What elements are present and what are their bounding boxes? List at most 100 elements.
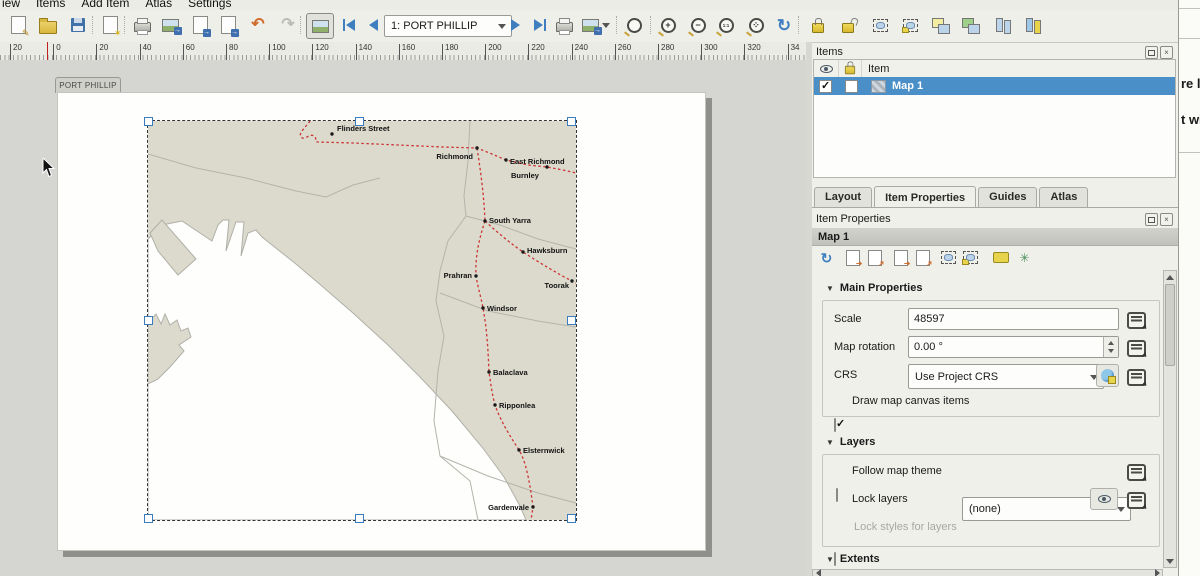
item-properties-float-button[interactable] [1145, 213, 1158, 226]
selection-handle-top-center[interactable] [355, 117, 364, 126]
atlas-first-feature-button[interactable] [337, 13, 361, 37]
crs-combo[interactable]: Use Project CRS [908, 364, 1104, 389]
layers-section-header[interactable]: ▼Layers [826, 436, 875, 448]
zoom-to-region-button[interactable] [622, 13, 646, 37]
lower-items-button[interactable] [958, 13, 982, 37]
update-map-preview-button[interactable]: ↻ [816, 247, 837, 268]
rotation-override-button[interactable] [1127, 340, 1146, 357]
redo-button[interactable]: ↷ [276, 13, 300, 37]
scroll-down-button[interactable] [1164, 555, 1176, 567]
map-item[interactable]: Flinders StreetRichmondEast RichmondBurn… [148, 121, 576, 520]
triangle-left-icon [816, 569, 821, 576]
atlas-last-feature-button[interactable] [528, 13, 552, 37]
follow-theme-override-button[interactable] [1127, 464, 1146, 481]
save-project-button[interactable]: ✎ [6, 13, 30, 37]
select-items-button[interactable] [868, 13, 892, 37]
tab-layout[interactable]: Layout [814, 187, 872, 207]
items-row-map1[interactable]: Map 1 [814, 77, 1175, 95]
main-properties-section-header[interactable]: ▼Main Properties [826, 282, 922, 294]
scroll-up-button[interactable] [1164, 271, 1176, 283]
distribute-icon [1026, 18, 1043, 33]
move-content-button[interactable] [960, 247, 981, 268]
station-dot [483, 219, 486, 222]
properties-horizontal-scrollbar[interactable] [812, 569, 1163, 576]
selection-handle-bottom-center[interactable] [355, 514, 364, 523]
items-panel-float-button[interactable] [1145, 46, 1158, 59]
lock-layers-eye-button[interactable] [1090, 488, 1118, 510]
save-button[interactable] [66, 13, 90, 37]
menu-item-settings[interactable]: Settings [188, 0, 231, 6]
export-pdf-button[interactable]: A→ [216, 13, 240, 37]
export-image-button[interactable]: → [158, 13, 182, 37]
rotation-spinbox[interactable]: 0.00 ° [908, 336, 1119, 358]
menu-item-add-item[interactable]: Add Item [81, 0, 129, 6]
selection-handle-bottom-left[interactable] [144, 514, 153, 523]
crs-override-button[interactable] [1127, 369, 1146, 386]
set-scale-to-canvas-button[interactable] [890, 247, 911, 268]
lock-layers-override-button[interactable] [1127, 492, 1146, 509]
print-atlas-button[interactable] [552, 13, 576, 37]
menu-item-iew[interactable]: iew [2, 0, 20, 6]
zoom-out-button[interactable]: − [686, 13, 710, 37]
tab-atlas[interactable]: Atlas [1039, 187, 1088, 207]
selection-handle-top-left[interactable] [144, 117, 153, 126]
export-svg-button[interactable]: ✻→ [188, 13, 212, 37]
print-button[interactable] [130, 13, 154, 37]
zoom-full-button[interactable]: ⁘ [744, 13, 768, 37]
atlas-previous-feature-button[interactable] [361, 13, 385, 37]
distribute-items-button[interactable] [1022, 13, 1046, 37]
set-extent-to-canvas-button[interactable] [842, 247, 863, 268]
extents-section-header[interactable]: ▼Extents [826, 553, 880, 565]
horizontal-ruler[interactable]: 2002040608010012014016018020022024026028… [0, 42, 810, 61]
export-atlas-dropdown[interactable] [600, 13, 612, 37]
items-panel-close-button[interactable]: × [1160, 46, 1173, 59]
selection-handle-middle-right[interactable] [567, 316, 576, 325]
scale-input[interactable]: 48597 [908, 308, 1119, 330]
scroll-left-button[interactable] [813, 570, 823, 576]
visibility-checkbox[interactable] [819, 80, 832, 93]
menu-item-items[interactable]: Items [36, 0, 65, 6]
menu-item-atlas[interactable]: Atlas [145, 0, 172, 6]
scrollbar-thumb[interactable] [1165, 284, 1175, 366]
layout-canvas[interactable]: PORT PHILLIP [0, 60, 806, 576]
refresh-view-button[interactable]: ↻ [772, 13, 796, 37]
atlas-preview-toggle[interactable] [306, 13, 334, 39]
selected-item-header: Map 1 [812, 228, 1178, 246]
atlas-feature-combo[interactable]: 1: PORT PHILLIP [384, 15, 512, 37]
deselect-all-button[interactable] [898, 13, 922, 37]
lock-items-button[interactable] [806, 13, 830, 37]
properties-vertical-scrollbar[interactable] [1163, 270, 1177, 568]
image-export-icon: → [162, 19, 179, 32]
tab-item-properties[interactable]: Item Properties [874, 186, 976, 208]
align-items-button[interactable] [992, 13, 1016, 37]
item-properties-titlebar: Item Properties × [812, 210, 1178, 227]
raise-items-button[interactable] [928, 13, 952, 37]
unlock-all-button[interactable] [836, 13, 860, 37]
zoom-region-icon [627, 18, 642, 33]
view-extent-in-canvas-button[interactable] [864, 247, 885, 268]
follow-map-theme-checkbox[interactable] [836, 488, 838, 502]
zoom-in-button[interactable]: + [656, 13, 680, 37]
select-crs-button[interactable] [1096, 364, 1119, 387]
selection-handle-top-right[interactable] [567, 117, 576, 126]
open-button[interactable] [36, 13, 60, 37]
draw-map-canvas-items-checkbox[interactable] [834, 418, 836, 432]
lock-checkbox[interactable] [845, 80, 858, 93]
selection-handle-bottom-right[interactable] [567, 514, 576, 523]
atlas-next-feature-button[interactable] [503, 13, 527, 37]
selection-handle-middle-left[interactable] [144, 316, 153, 325]
item-properties-close-button[interactable]: × [1160, 213, 1173, 226]
zoom-actual-size-button[interactable]: 1:1 [714, 13, 738, 37]
new-layout-button[interactable]: ✶ [98, 13, 122, 37]
tab-guides[interactable]: Guides [978, 187, 1037, 207]
scroll-right-button[interactable] [1152, 570, 1162, 576]
deselect-shape-icon [903, 19, 918, 32]
export-atlas-button[interactable]: → [578, 13, 602, 37]
set-canvas-to-scale-button[interactable] [912, 247, 933, 268]
scale-override-button[interactable] [1127, 312, 1146, 329]
spin-buttons[interactable] [1103, 337, 1118, 357]
undo-button[interactable]: ↶ [246, 13, 270, 37]
edit-map-extent-button[interactable] [938, 247, 959, 268]
clipping-settings-button[interactable]: ✳ [1014, 247, 1035, 268]
labeling-settings-button[interactable] [990, 247, 1011, 268]
